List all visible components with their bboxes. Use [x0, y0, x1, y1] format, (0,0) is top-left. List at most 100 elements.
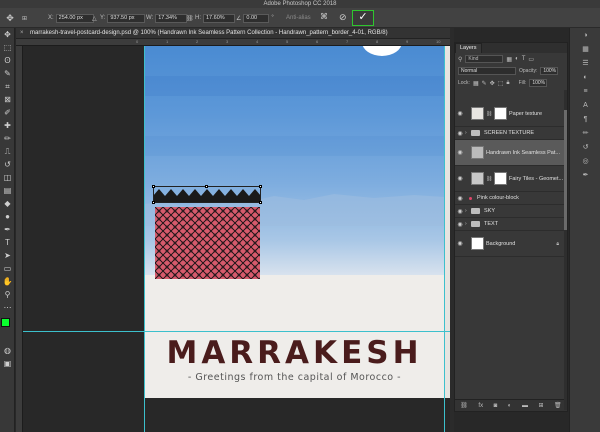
foreground-color-swatch[interactable] [1, 318, 10, 327]
trash-icon[interactable]: 🗑︎ [554, 402, 562, 409]
quick-mask-icon[interactable]: ◍ [0, 344, 15, 357]
x-field[interactable]: 254.00 px [55, 13, 94, 23]
new-group-icon[interactable]: ▬ [522, 403, 528, 409]
crop-tool-icon[interactable]: ⌗ [0, 80, 15, 93]
lock-artboard-icon[interactable]: ⬚ [498, 80, 504, 87]
blur-tool-icon[interactable]: ◆ [0, 197, 15, 210]
move-tool-icon[interactable]: ✥ [0, 28, 15, 41]
canvas-area[interactable]: MARRAKESH - Greetings from the capital o… [23, 46, 450, 432]
filter-adjust-icon[interactable]: ◐ [515, 56, 519, 62]
clone-stamp-tool-icon[interactable]: ⎍ [0, 145, 15, 158]
postcard-artboard[interactable]: MARRAKESH - Greetings from the capital o… [144, 46, 450, 398]
kind-filter-select[interactable]: Kind [465, 55, 504, 63]
pen-tool-icon[interactable]: ✒ [0, 223, 15, 236]
eraser-tool-icon[interactable]: ◫ [0, 171, 15, 184]
filter-shape-icon[interactable]: ▭ [528, 56, 534, 63]
horizontal-ruler[interactable]: 0 1 2 3 4 5 6 7 8 9 10 [16, 39, 450, 46]
screen-mode-icon[interactable]: ▣ [0, 357, 15, 370]
commit-transform-button[interactable]: ✓ [352, 10, 374, 26]
guide-horizontal[interactable] [23, 331, 450, 332]
brushes-panel-icon[interactable]: ✏ [570, 126, 600, 140]
layer-row[interactable]: ◉ › TEXT [455, 218, 567, 231]
layer-row[interactable]: ◉ › SCREEN TEXTURE [455, 127, 567, 140]
antialias-label[interactable]: Anti-alias [286, 15, 311, 21]
lock-position-icon[interactable]: ✥ [490, 80, 495, 87]
rectangle-tool-icon[interactable]: ▭ [0, 262, 15, 275]
fx-icon[interactable]: fx [478, 403, 483, 409]
marquee-tool-icon[interactable]: ⬚ [0, 41, 15, 54]
character-panel-icon[interactable]: A [570, 98, 600, 112]
angle-field[interactable]: 0.00 [243, 13, 270, 23]
transform-handle[interactable] [259, 201, 262, 204]
path-selection-tool-icon[interactable]: ➤ [0, 249, 15, 262]
guide-vertical[interactable] [144, 46, 145, 432]
eye-icon[interactable]: ◉ [455, 240, 465, 247]
transform-handle[interactable] [152, 185, 155, 188]
transform-handle[interactable] [205, 185, 208, 188]
close-tab-icon[interactable]: × [20, 28, 24, 39]
subline-text[interactable]: - Greetings from the capital of Morocco … [144, 372, 445, 383]
transform-bounding-box[interactable] [152, 185, 262, 204]
layer-row[interactable]: ◉ Pink colour-block [455, 192, 567, 205]
opacity-field[interactable]: 100% [540, 67, 559, 75]
pink-pattern-block[interactable] [155, 207, 260, 279]
eye-icon[interactable]: ◉ [455, 221, 465, 228]
chain-link-icon[interactable]: ⛓ [186, 15, 194, 22]
lock-all-icon[interactable]: 🔒︎ [506, 80, 509, 87]
h-field[interactable]: 17.60% [203, 13, 235, 23]
layer-row[interactable]: ◉ Handrawn Ink Seamless Pat... [455, 140, 567, 166]
color-panel-icon[interactable]: ◑ [570, 28, 600, 42]
cancel-transform-icon[interactable]: ⊘ [339, 12, 347, 23]
paths-panel-icon[interactable]: ✒ [570, 168, 600, 182]
hand-tool-icon[interactable]: ✋ [0, 275, 15, 288]
guide-vertical[interactable] [444, 46, 445, 432]
delta-icon[interactable]: △ [92, 15, 97, 22]
zoom-tool-icon[interactable]: ⚲ [0, 288, 15, 301]
scrollbar-thumb[interactable] [564, 110, 567, 230]
fill-field[interactable]: 100% [529, 79, 548, 87]
blend-mode-select[interactable]: Normal [458, 67, 516, 75]
warp-icon[interactable]: ⌘ [320, 12, 328, 21]
lasso-tool-icon[interactable]: ʘ [0, 54, 15, 67]
eye-icon[interactable]: ◉ [455, 149, 465, 156]
type-tool-icon[interactable]: T [0, 236, 15, 249]
document-tab[interactable]: × marrakesh-travel-postcard-design.psd @… [16, 28, 450, 39]
y-field[interactable]: 937.50 px [107, 13, 146, 23]
eye-icon[interactable]: ◉ [455, 195, 465, 202]
eye-icon[interactable]: ◉ [455, 208, 465, 215]
filter-type-icon[interactable]: T [522, 56, 526, 62]
link-layers-icon[interactable]: ⛓ [460, 402, 468, 409]
libraries-panel-icon[interactable]: ☰ [570, 56, 600, 70]
layer-row[interactable]: ◉ ⛓ Paper texture [455, 101, 567, 127]
vertical-ruler[interactable] [16, 46, 23, 432]
more-tools-icon[interactable]: ⋯ [0, 301, 15, 314]
eye-icon[interactable]: ◉ [455, 175, 465, 182]
add-mask-icon[interactable]: ◙ [494, 403, 498, 409]
headline-text[interactable]: MARRAKESH [144, 335, 445, 371]
reference-point-icon[interactable]: ⊞ [22, 15, 27, 22]
filter-pixel-icon[interactable]: ▦ [506, 56, 512, 63]
eyedropper-tool-icon[interactable]: ✐ [0, 106, 15, 119]
gradient-tool-icon[interactable]: ▤ [0, 184, 15, 197]
dodge-tool-icon[interactable]: ● [0, 210, 15, 223]
properties-panel-icon[interactable]: ≡ [570, 84, 600, 98]
transform-handle[interactable] [152, 201, 155, 204]
eye-icon[interactable]: ◉ [455, 130, 465, 137]
adjustments-panel-icon[interactable]: ◐ [570, 70, 600, 84]
channels-panel-icon[interactable]: ◎ [570, 154, 600, 168]
layer-row[interactable]: ◉ ⛓ Fairy Tiles - Geomet... [455, 166, 567, 192]
history-panel-icon[interactable]: ↺ [570, 140, 600, 154]
new-layer-icon[interactable]: ⊞ [538, 402, 543, 409]
brush-tool-icon[interactable]: ✏ [0, 132, 15, 145]
move-tool-preset-icon[interactable]: ✥ [4, 12, 16, 24]
paragraph-panel-icon[interactable]: ¶ [570, 112, 600, 126]
history-brush-tool-icon[interactable]: ↺ [0, 158, 15, 171]
eye-icon[interactable]: ◉ [455, 110, 465, 117]
layers-tab[interactable]: Layers [455, 43, 482, 53]
adjustment-layer-icon[interactable]: ◐ [508, 403, 512, 409]
transform-handle[interactable] [259, 185, 262, 188]
lock-brush-icon[interactable]: ✎ [482, 80, 487, 87]
layer-row[interactable]: ◉ › SKY [455, 205, 567, 218]
quick-select-tool-icon[interactable]: ✎ [0, 67, 15, 80]
layer-row[interactable]: ◉ Background 🔒︎ [455, 231, 567, 257]
